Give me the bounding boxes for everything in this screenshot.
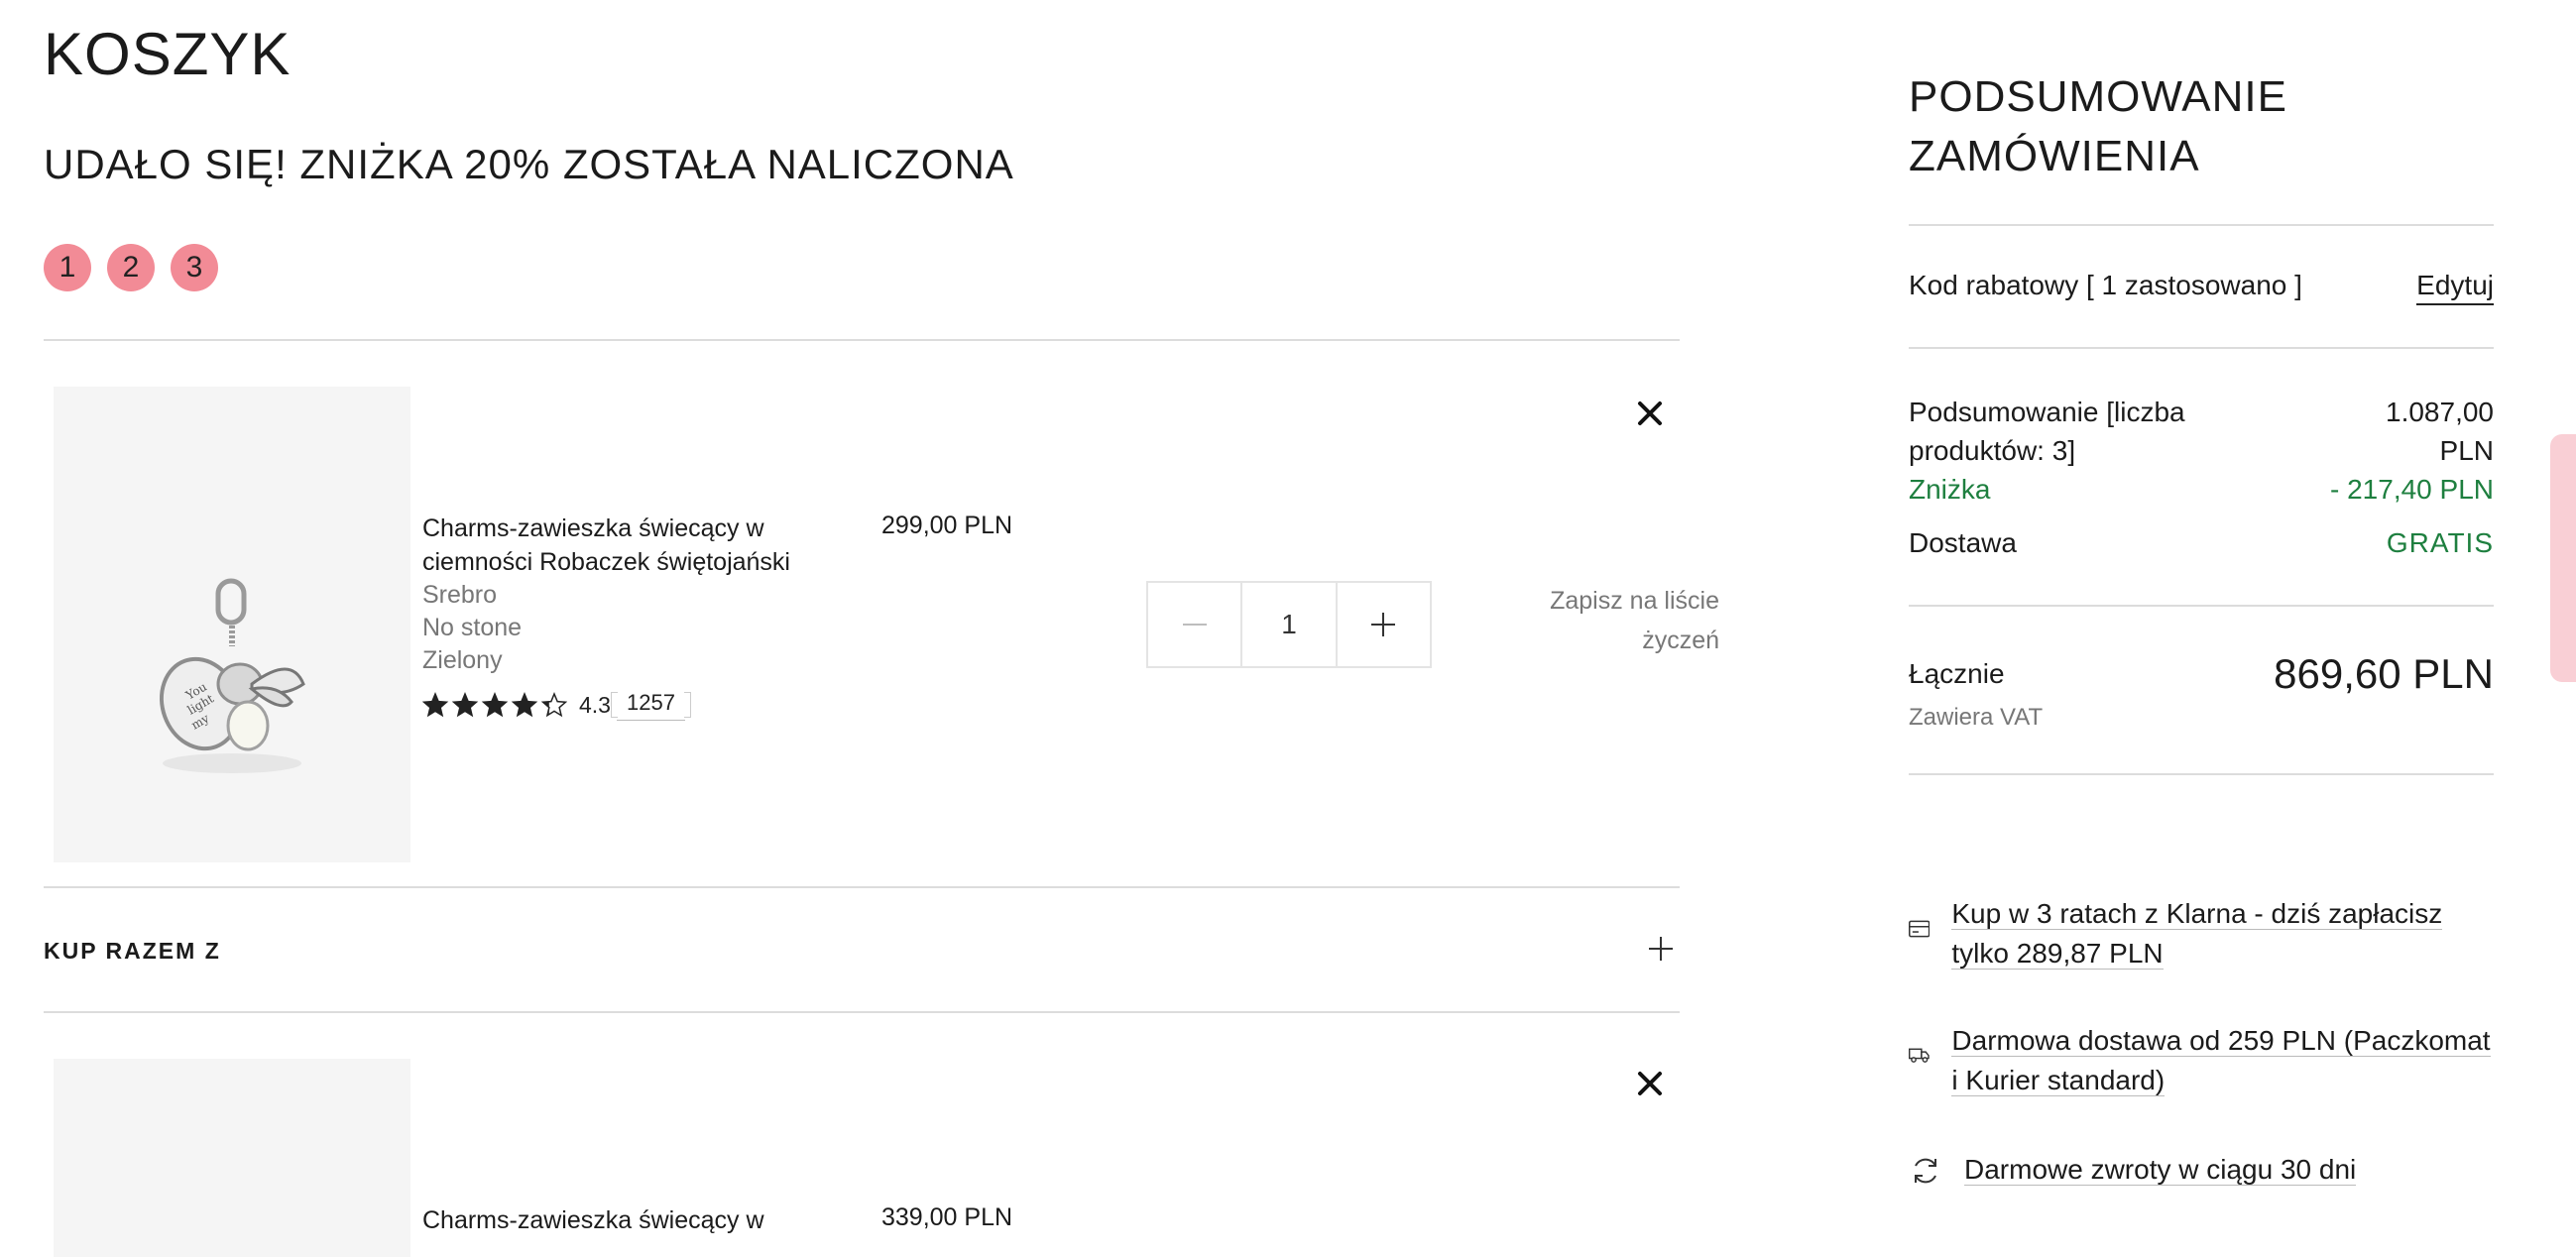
discount-row: Zniżka - 217,40 PLN [1909,474,2494,506]
discount-value: - 217,40 PLN [2330,474,2494,505]
step-3[interactable]: 3 [171,244,218,291]
divider [1909,224,2494,226]
scrollbar[interactable] [2550,434,2576,682]
product-stone: No stone [422,614,523,641]
remove-item-button[interactable] [1635,1069,1665,1098]
page-title: KOSZYK [44,21,292,87]
quantity-value[interactable]: 1 [1240,583,1335,666]
total-value: 869,60 PLN [2274,650,2494,697]
returns-text[interactable]: Darmowe zwroty w ciągu 30 dni [1964,1154,2357,1186]
truck-icon [1909,1048,1930,1063]
shipping-label: Dostawa [1909,527,2017,558]
plus-icon [1371,613,1396,636]
subtotal-value: 1.087,00 PLN [2386,397,2494,466]
divider [1909,605,2494,607]
shipping-value: GRATIS [2386,527,2494,558]
refresh-icon [1915,1158,1936,1184]
product-rating[interactable]: 4.3 1257 [422,690,691,721]
checkout-steps: 1 2 3 [44,244,218,291]
close-icon [1638,1072,1662,1095]
edit-discount-link[interactable]: Edytuj [2416,270,2494,305]
subtotal-label: Podsumowanie [liczba produktów: 3] [1909,397,2185,466]
divider [44,886,1680,888]
step-2[interactable]: 2 [107,244,155,291]
product-name[interactable]: Charms-zawieszka świecący w [422,1203,839,1237]
discount-code-row: Kod rabatowy [ 1 zastosowano ] Edytuj [1909,270,2494,305]
discount-banner: UDAŁO SIĘ! ZNIŻKA 20% ZOSTAŁA NALICZONA [44,141,1014,187]
review-count[interactable]: 1257 [610,690,691,721]
close-icon [1638,401,1662,425]
shipping-row: Dostawa GRATIS [1909,527,2494,559]
returns-info[interactable]: Darmowe zwroty w ciągu 30 dni [1909,1150,2494,1190]
bundle-accordion-label[interactable]: KUP RAZEM Z [44,938,221,965]
minus-icon [1182,624,1207,626]
discount-code-label: Kod rabatowy [ 1 zastosowano ] [1909,270,2302,300]
save-to-wishlist-link[interactable]: Zapisz na liście życzeń [1481,581,1719,660]
product-image[interactable]: You light my [54,387,410,862]
summary-title: PODSUMOWANIE ZAMÓWIENIA [1909,72,2287,180]
product-material: Srebro [422,581,498,609]
delivery-info[interactable]: Darmowa dostawa od 259 PLN (Paczkomat i … [1909,1021,2494,1100]
klarna-info[interactable]: Kup w 3 ratach z Klarna - dziś zapłacisz… [1909,894,2494,973]
product-color: Zielony [422,646,503,674]
divider [1909,773,2494,775]
star-filled-icon [453,693,477,716]
star-filled-icon [483,693,507,716]
star-filled-icon [423,693,447,716]
card-icon [1909,920,1931,938]
charm-image: You light my [159,578,305,773]
expand-bundle-button[interactable] [1648,936,1674,967]
divider [1909,347,2494,349]
rating-stars-icon [422,691,567,717]
divider [44,339,1680,341]
divider [44,1011,1680,1013]
cart-item: Charms-zawieszka świecący w 339,00 PLN [44,1059,1680,1257]
total-label: Łącznie [1909,658,2005,689]
discount-label: Zniżka [1909,474,1991,505]
remove-item-button[interactable] [1635,399,1665,428]
product-image[interactable] [54,1059,410,1257]
step-1[interactable]: 1 [44,244,91,291]
total-row: Łącznie 869,60 PLN [1909,650,2494,698]
product-price: 299,00 PLN [881,512,1013,539]
star-filled-icon [513,693,536,716]
product-price: 339,00 PLN [881,1203,1013,1231]
subtotal-row: Podsumowanie [liczba produktów: 3] 1.087… [1909,393,2494,470]
klarna-text[interactable]: Kup w 3 ratach z Klarna - dziś zapłacisz… [1951,898,2443,970]
rating-value: 4.3 [579,692,611,718]
quantity-stepper: 1 [1146,581,1432,668]
delivery-text[interactable]: Darmowa dostawa od 259 PLN (Paczkomat i … [1951,1025,2491,1096]
vat-note: Zawiera VAT [1909,704,2044,731]
cart-item: You light my Charms-zawieszka świecący w… [44,387,1719,864]
product-name[interactable]: Charms-zawieszka świecący w ciemności Ro… [422,512,839,579]
plus-icon [1649,937,1673,961]
increase-quantity-button[interactable] [1335,583,1430,666]
decrease-quantity-button[interactable] [1148,583,1240,666]
